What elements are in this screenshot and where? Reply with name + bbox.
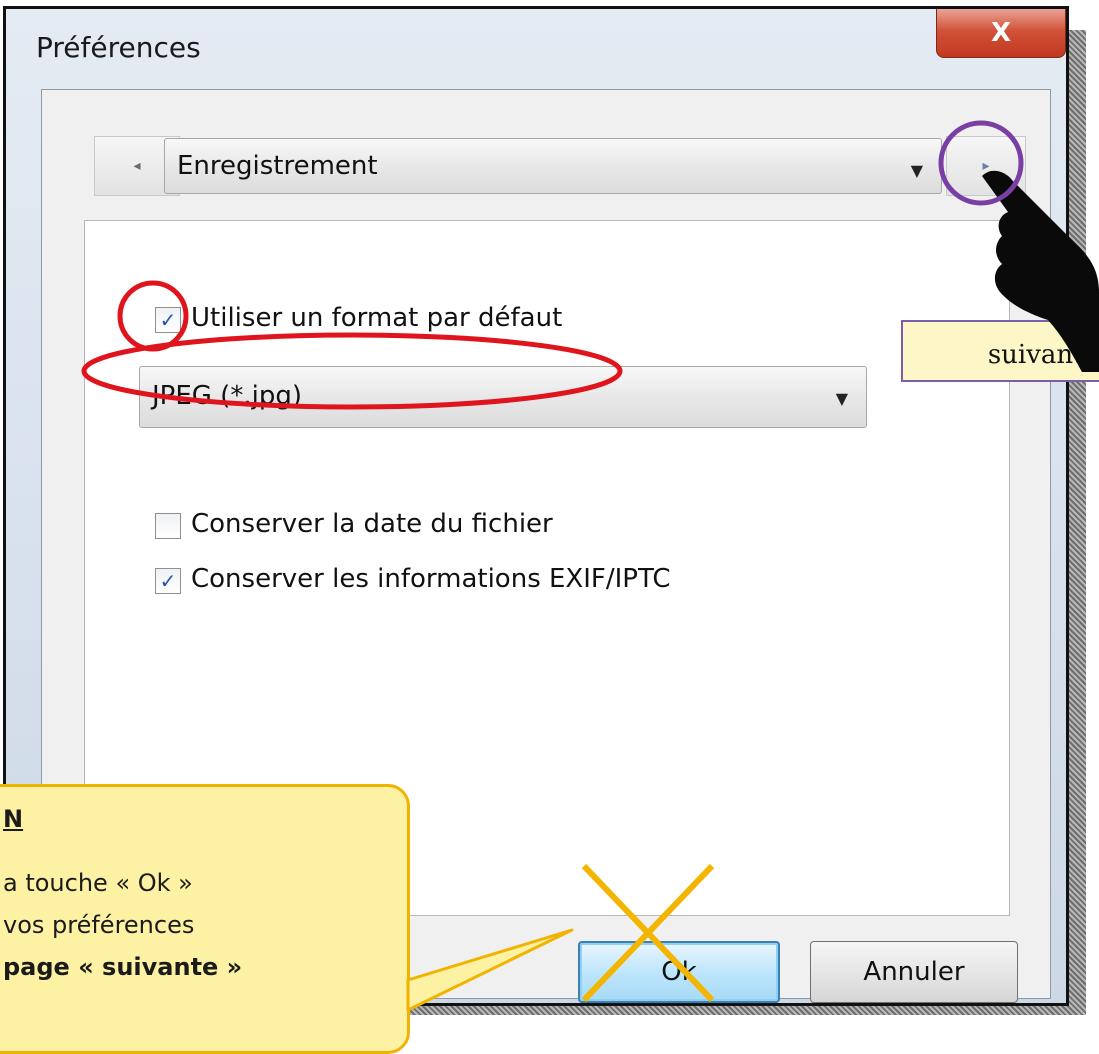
format-select-value: JPEG (*.jpg): [152, 381, 302, 411]
page-select[interactable]: Enregistrement ▼: [164, 138, 942, 194]
chevron-right-icon: ▸: [982, 158, 990, 174]
format-select[interactable]: JPEG (*.jpg) ▼: [139, 366, 867, 428]
page-select-value: Enregistrement: [177, 151, 378, 181]
keep-file-date-label: Conserver la date du fichier: [191, 509, 553, 539]
chevron-down-icon: ▼: [835, 389, 848, 408]
close-button[interactable]: X: [936, 9, 1066, 58]
ok-button-label: Ok: [661, 957, 697, 987]
next-hint-label: suivante: [901, 320, 1099, 382]
cancel-button-label: Annuler: [863, 957, 965, 987]
use-default-format-checkbox[interactable]: ✓: [155, 307, 181, 333]
ok-button[interactable]: Ok: [578, 941, 780, 1003]
next-hint-text: suivante: [987, 340, 1099, 370]
use-default-format-label: Utiliser un format par défaut: [191, 303, 563, 333]
checkmark-icon: ✓: [159, 308, 177, 332]
callout-line-2: vos préférences: [3, 911, 195, 939]
checkmark-icon: ✓: [159, 569, 177, 593]
close-icon: X: [990, 18, 1012, 48]
keep-exif-label: Conserver les informations EXIF/IPTC: [191, 564, 671, 594]
callout-line-3: page « suivante »: [3, 953, 243, 981]
chevron-left-icon: ◂: [133, 158, 141, 174]
warning-callout: N a touche « Ok » vos préférences page «…: [0, 784, 410, 1054]
keep-file-date-checkbox[interactable]: [155, 513, 181, 539]
cancel-button[interactable]: Annuler: [810, 941, 1018, 1003]
dialog-title: Préférences: [36, 31, 201, 64]
chevron-down-icon: ▼: [910, 161, 923, 180]
next-page-button[interactable]: ▸: [946, 136, 1026, 196]
callout-line-1: a touche « Ok »: [3, 869, 193, 897]
keep-exif-checkbox[interactable]: ✓: [155, 568, 181, 594]
callout-heading: N: [3, 805, 24, 833]
